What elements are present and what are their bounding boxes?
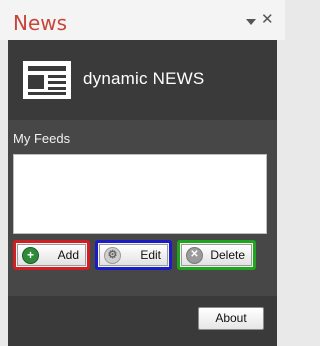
plus-circle-icon: + <box>22 246 39 264</box>
feeds-list[interactable] <box>13 154 267 234</box>
task-pane-header: News ✕ <box>0 0 285 40</box>
app-title: dynamic NEWS <box>83 69 205 88</box>
pane-title: News <box>13 11 68 35</box>
banner: dynamic NEWS <box>8 40 277 120</box>
delete-button-label: Delete <box>210 248 245 262</box>
delete-button-highlight: ✕ Delete <box>177 240 256 270</box>
gear-icon: ⚙ <box>104 246 121 264</box>
about-button[interactable]: About <box>198 307 264 330</box>
edit-button[interactable]: ⚙ Edit <box>99 244 168 266</box>
add-button-highlight: + Add <box>13 240 90 270</box>
chevron-down-icon[interactable] <box>246 19 256 25</box>
add-button[interactable]: + Add <box>17 244 86 266</box>
close-icon[interactable]: ✕ <box>261 12 274 28</box>
newspaper-icon <box>23 61 71 99</box>
addin-panel: dynamic NEWS My Feeds + Add ⚙ Edit ✕ Del… <box>8 40 277 346</box>
delete-button[interactable]: ✕ Delete <box>181 244 252 266</box>
add-button-label: Add <box>57 248 79 262</box>
edit-button-label: Edit <box>140 248 161 262</box>
my-feeds-label: My Feeds <box>13 131 71 146</box>
edit-button-highlight: ⚙ Edit <box>95 240 172 270</box>
x-circle-icon: ✕ <box>186 246 203 264</box>
